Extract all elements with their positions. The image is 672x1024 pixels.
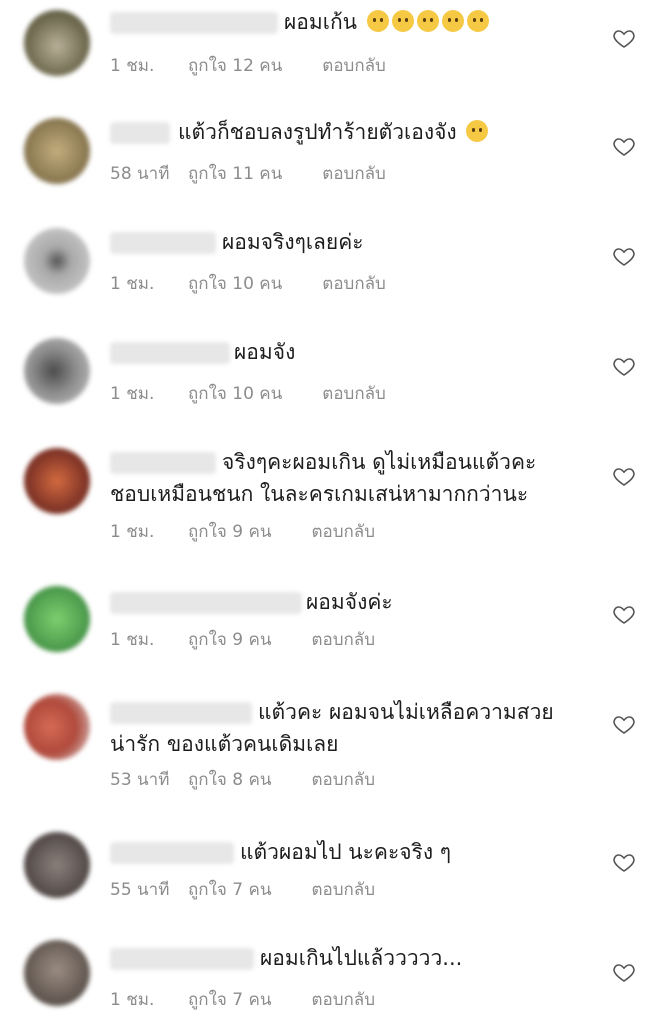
comment-time: 1 ชม. <box>110 522 155 542</box>
avatar[interactable] <box>24 10 90 76</box>
sad-emoji-icon <box>441 10 464 32</box>
username-blurred[interactable] <box>110 842 234 864</box>
comment-text: แต้วคะ ผอมจนไม่เหลือความสวย <box>258 696 554 728</box>
reply-button[interactable]: ตอบกลับ <box>311 766 375 793</box>
comment-time: 1 ชม. <box>110 990 155 1010</box>
sad-emoji-icon <box>416 10 439 32</box>
comment-text-content: ผอมจังค่ะ <box>306 590 393 614</box>
comment-text-content: ผอมจัง <box>234 340 296 364</box>
reply-button[interactable]: ตอบกลับ <box>311 626 375 653</box>
comment-text-content: ผอมเก้น <box>284 10 358 34</box>
comment-time: 55 นาที <box>110 880 170 900</box>
comment-text-line2: ชอบเหมือนชนก ในละครเกมเสน่หามากกว่านะ <box>110 478 528 510</box>
avatar[interactable] <box>24 338 90 404</box>
comment-text-content: ชอบเหมือนชนก ในละครเกมเสน่หามากกว่านะ <box>110 482 529 506</box>
username-blurred[interactable] <box>110 948 254 970</box>
heart-icon[interactable] <box>612 26 636 50</box>
comment-likes[interactable]: ถูกใจ 7 คน <box>188 876 271 903</box>
username-blurred[interactable] <box>110 342 230 364</box>
reply-button[interactable]: ตอบกลับ <box>322 160 386 187</box>
comment-likes[interactable]: ถูกใจ 9 คน <box>188 626 271 653</box>
heart-icon[interactable] <box>612 354 636 378</box>
sad-emoji-icon <box>391 10 414 32</box>
sad-emoji-icon <box>366 10 389 32</box>
heart-icon[interactable] <box>612 850 636 874</box>
comment-meta: 1 ชม. ถูกใจ 9 คน ตอบกลับ <box>110 626 375 653</box>
username-blurred[interactable] <box>110 232 216 254</box>
heart-icon[interactable] <box>612 244 636 268</box>
comment-text-content: แต้วก็ชอบลงรูปทำร้ายตัวเองจัง <box>178 120 457 144</box>
username-blurred[interactable] <box>110 452 216 474</box>
comment-time: 1 ชม. <box>110 384 155 404</box>
sad-emoji-icon <box>466 10 489 32</box>
comment-text: ผอมจังค่ะ <box>306 586 393 618</box>
comment-text: ผอมจัง <box>234 336 295 368</box>
comment-text: ผอมเกินไปแล้ววววว... <box>260 942 462 974</box>
username-blurred[interactable] <box>110 12 278 34</box>
crying-emoji-icon <box>466 120 489 142</box>
comment-text-content: จริงๆคะผอมเกิน ดูไม่เหมือนแต้วคะ <box>222 450 537 474</box>
comment-meta: 53 นาที ถูกใจ 8 คน ตอบกลับ <box>110 766 375 793</box>
reply-button[interactable]: ตอบกลับ <box>311 986 375 1013</box>
comment-likes[interactable]: ถูกใจ 12 คน <box>188 52 282 79</box>
comment-text: จริงๆคะผอมเกิน ดูไม่เหมือนแต้วคะ <box>222 446 536 478</box>
reply-button[interactable]: ตอบกลับ <box>311 876 375 903</box>
reply-button[interactable]: ตอบกลับ <box>311 518 375 545</box>
avatar[interactable] <box>24 118 90 184</box>
reply-button[interactable]: ตอบกลับ <box>322 270 386 297</box>
comment-meta: 1 ชม. ถูกใจ 10 คน ตอบกลับ <box>110 270 386 297</box>
heart-icon[interactable] <box>612 134 636 158</box>
comment-time: 1 ชม. <box>110 630 155 650</box>
comment-likes[interactable]: ถูกใจ 11 คน <box>188 160 282 187</box>
comment-text-content: น่ารัก ของแต้วคนเดิมเลย <box>110 732 339 756</box>
avatar[interactable] <box>24 586 90 652</box>
comment-time: 1 ชม. <box>110 274 155 294</box>
comment-likes[interactable]: ถูกใจ 9 คน <box>188 518 271 545</box>
comment-likes[interactable]: ถูกใจ 10 คน <box>188 380 282 407</box>
username-blurred[interactable] <box>110 122 170 144</box>
comment-text-content: ผอมเกินไปแล้ววววว... <box>260 946 463 970</box>
avatar[interactable] <box>24 694 90 760</box>
comment-text: ผอมจริงๆเลยค่ะ <box>222 226 364 258</box>
comment-time: 53 นาที <box>110 770 170 790</box>
comment-meta: 58 นาที ถูกใจ 11 คน ตอบกลับ <box>110 160 386 187</box>
heart-icon[interactable] <box>612 464 636 488</box>
reply-button[interactable]: ตอบกลับ <box>322 52 386 79</box>
comment-text-content: แต้วผอมไป นะคะจริง ๆ <box>240 840 452 864</box>
reply-button[interactable]: ตอบกลับ <box>322 380 386 407</box>
avatar[interactable] <box>24 940 90 1006</box>
avatar[interactable] <box>24 228 90 294</box>
comment-meta: 1 ชม. ถูกใจ 10 คน ตอบกลับ <box>110 380 386 407</box>
username-blurred[interactable] <box>110 702 252 724</box>
comment-text-line2: น่ารัก ของแต้วคนเดิมเลย <box>110 728 338 760</box>
comment-meta: 1 ชม. ถูกใจ 7 คน ตอบกลับ <box>110 986 375 1013</box>
comment-time: 1 ชม. <box>110 56 155 76</box>
comment-time: 58 นาที <box>110 164 170 184</box>
avatar[interactable] <box>24 448 90 514</box>
heart-icon[interactable] <box>612 960 636 984</box>
comment-text: ผอมเก้น <box>284 6 489 38</box>
comment-likes[interactable]: ถูกใจ 7 คน <box>188 986 271 1013</box>
comment-meta: 1 ชม. ถูกใจ 12 คน ตอบกลับ <box>110 52 386 79</box>
heart-icon[interactable] <box>612 602 636 626</box>
comment-text: แต้วผอมไป นะคะจริง ๆ <box>240 836 451 868</box>
comment-likes[interactable]: ถูกใจ 8 คน <box>188 766 271 793</box>
avatar[interactable] <box>24 832 90 898</box>
comment-meta: 55 นาที ถูกใจ 7 คน ตอบกลับ <box>110 876 375 903</box>
comment-text-content: แต้วคะ ผอมจนไม่เหลือความสวย <box>258 700 554 724</box>
comment-meta: 1 ชม. ถูกใจ 9 คน ตอบกลับ <box>110 518 375 545</box>
comment-text: แต้วก็ชอบลงรูปทำร้ายตัวเองจัง <box>178 116 489 148</box>
username-blurred[interactable] <box>110 592 302 614</box>
comment-text-content: ผอมจริงๆเลยค่ะ <box>222 230 364 254</box>
comment-likes[interactable]: ถูกใจ 10 คน <box>188 270 282 297</box>
heart-icon[interactable] <box>612 712 636 736</box>
